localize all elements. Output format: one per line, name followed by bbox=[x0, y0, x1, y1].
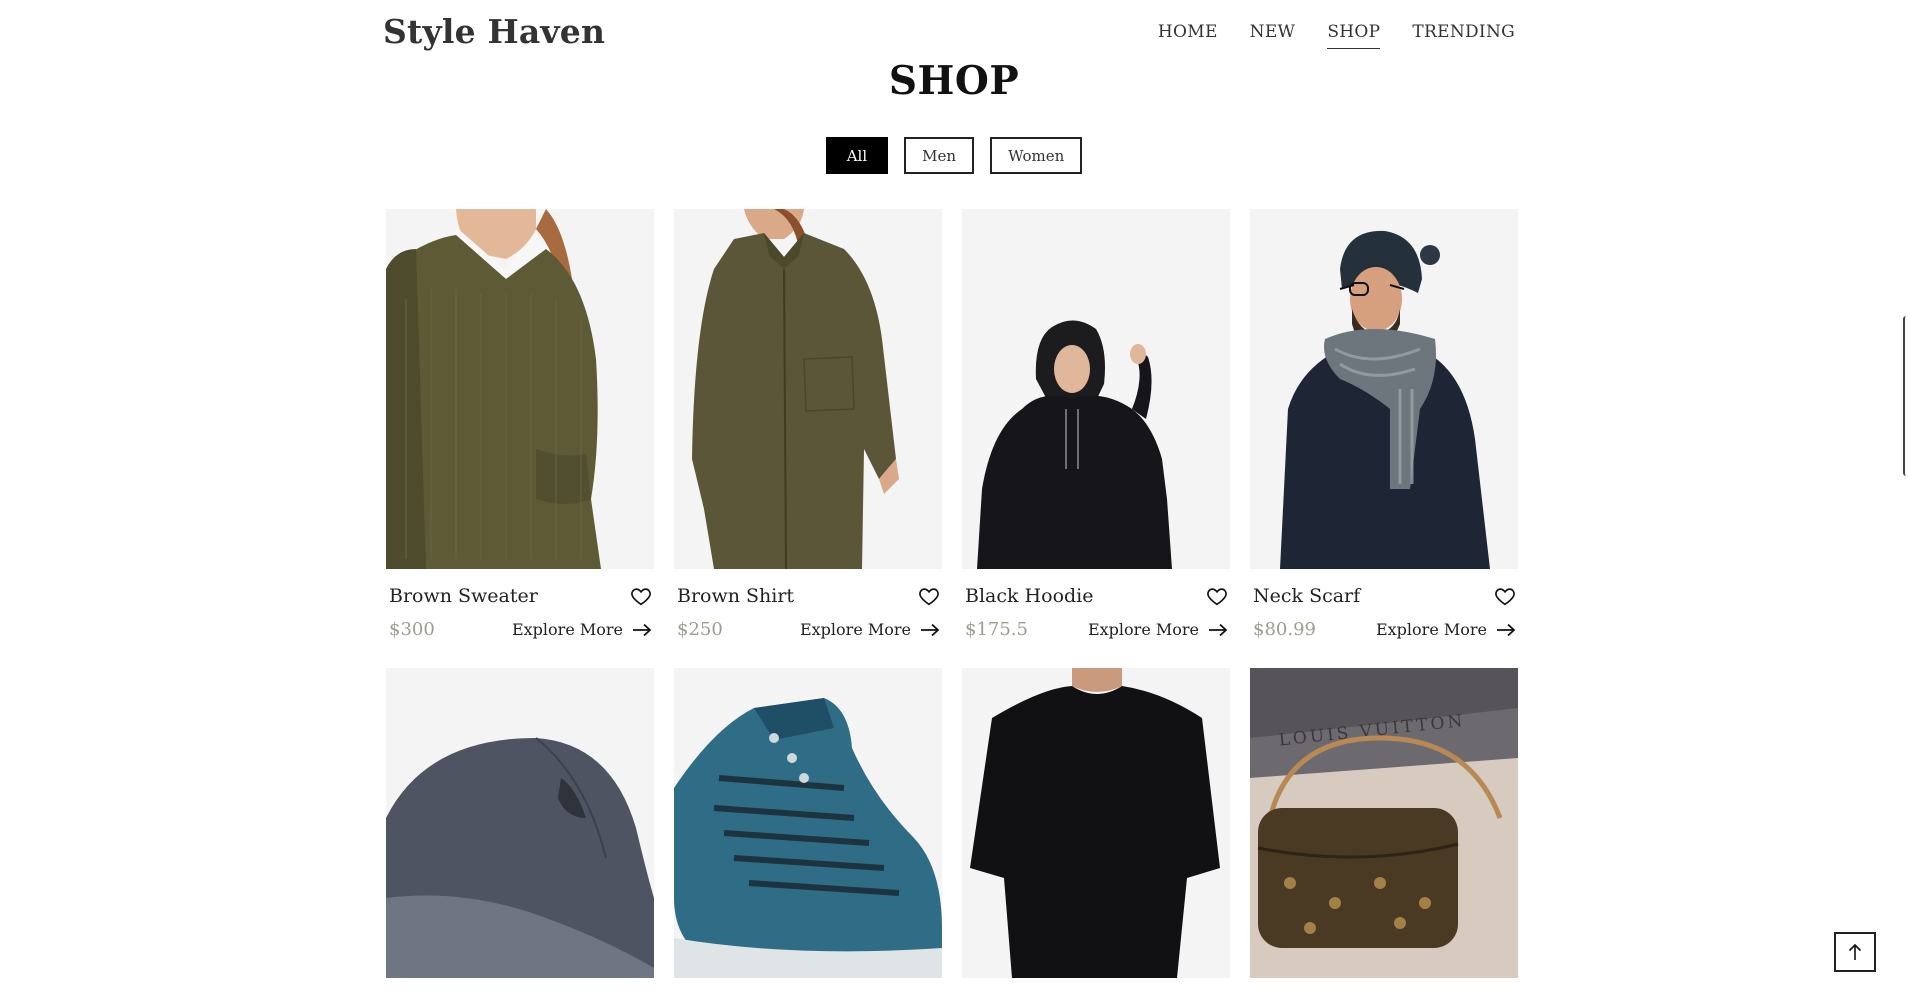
product-image-cap[interactable] bbox=[386, 668, 654, 978]
product-image-black-tshirt[interactable] bbox=[962, 668, 1230, 978]
filter-men-button[interactable]: Men bbox=[904, 137, 975, 174]
arrow-right-icon bbox=[921, 623, 940, 636]
product-price: $300 bbox=[389, 619, 435, 640]
arrow-right-icon bbox=[633, 623, 652, 636]
product-name[interactable]: Neck Scarf bbox=[1253, 585, 1360, 607]
product-price: $175.5 bbox=[965, 619, 1028, 640]
product-card[interactable]: LOUIS VUITTON bbox=[1250, 668, 1518, 978]
explore-more-link[interactable]: Explore More bbox=[1088, 620, 1228, 639]
filter-women-button[interactable]: Women bbox=[990, 137, 1083, 174]
explore-more-link[interactable]: Explore More bbox=[512, 620, 652, 639]
product-card[interactable] bbox=[386, 668, 654, 978]
product-name[interactable]: Brown Sweater bbox=[389, 585, 538, 607]
back-to-top-button[interactable] bbox=[1834, 932, 1876, 972]
site-header: Style Haven HOME NEW SHOP TRENDING bbox=[383, 0, 1515, 66]
product-image-bag[interactable]: LOUIS VUITTON bbox=[1250, 668, 1518, 978]
explore-more-label: Explore More bbox=[1375, 620, 1487, 639]
nav-home[interactable]: HOME bbox=[1158, 22, 1218, 49]
product-card[interactable]: Black Hoodie $175.5 Explore More bbox=[962, 209, 1230, 640]
page-title: SHOP bbox=[888, 58, 1020, 104]
product-price: $250 bbox=[677, 619, 723, 640]
product-card[interactable] bbox=[674, 668, 942, 978]
heart-icon[interactable] bbox=[630, 585, 652, 607]
explore-more-link[interactable]: Explore More bbox=[1376, 620, 1516, 639]
heart-icon[interactable] bbox=[1494, 585, 1516, 607]
category-filters: All Men Women bbox=[0, 137, 1908, 174]
product-grid: Brown Sweater $300 Explore More Brown Sh… bbox=[386, 209, 1520, 978]
main-nav: HOME NEW SHOP TRENDING bbox=[1126, 22, 1515, 49]
product-image-brown-shirt[interactable] bbox=[674, 209, 942, 569]
product-card[interactable]: Brown Sweater $300 Explore More bbox=[386, 209, 654, 640]
product-card[interactable]: Brown Shirt $250 Explore More bbox=[674, 209, 942, 640]
product-name[interactable]: Brown Shirt bbox=[677, 585, 794, 607]
brand-logo[interactable]: Style Haven bbox=[383, 12, 605, 51]
arrow-right-icon bbox=[1497, 623, 1516, 636]
product-image-brown-sweater[interactable] bbox=[386, 209, 654, 569]
nav-shop[interactable]: SHOP bbox=[1327, 22, 1381, 49]
product-image-neck-scarf[interactable] bbox=[1250, 209, 1518, 569]
product-price: $80.99 bbox=[1253, 619, 1316, 640]
product-card[interactable]: Neck Scarf $80.99 Explore More bbox=[1250, 209, 1518, 640]
page-scroll-indicator[interactable] bbox=[1903, 316, 1908, 476]
explore-more-label: Explore More bbox=[799, 620, 911, 639]
heart-icon[interactable] bbox=[918, 585, 940, 607]
nav-trending[interactable]: TRENDING bbox=[1412, 22, 1515, 49]
product-image-black-hoodie[interactable] bbox=[962, 209, 1230, 569]
arrow-right-icon bbox=[1209, 623, 1228, 636]
explore-more-label: Explore More bbox=[511, 620, 623, 639]
filter-all-button[interactable]: All bbox=[825, 137, 889, 174]
heart-icon[interactable] bbox=[1206, 585, 1228, 607]
arrow-up-icon bbox=[1848, 943, 1862, 960]
product-image-sneaker[interactable] bbox=[674, 668, 942, 978]
explore-more-label: Explore More bbox=[1087, 620, 1199, 639]
page: Style Haven HOME NEW SHOP TRENDING SHOP … bbox=[0, 0, 1908, 994]
nav-new[interactable]: NEW bbox=[1250, 22, 1296, 49]
explore-more-link[interactable]: Explore More bbox=[800, 620, 940, 639]
product-card[interactable] bbox=[962, 668, 1230, 978]
product-name[interactable]: Black Hoodie bbox=[965, 585, 1094, 607]
